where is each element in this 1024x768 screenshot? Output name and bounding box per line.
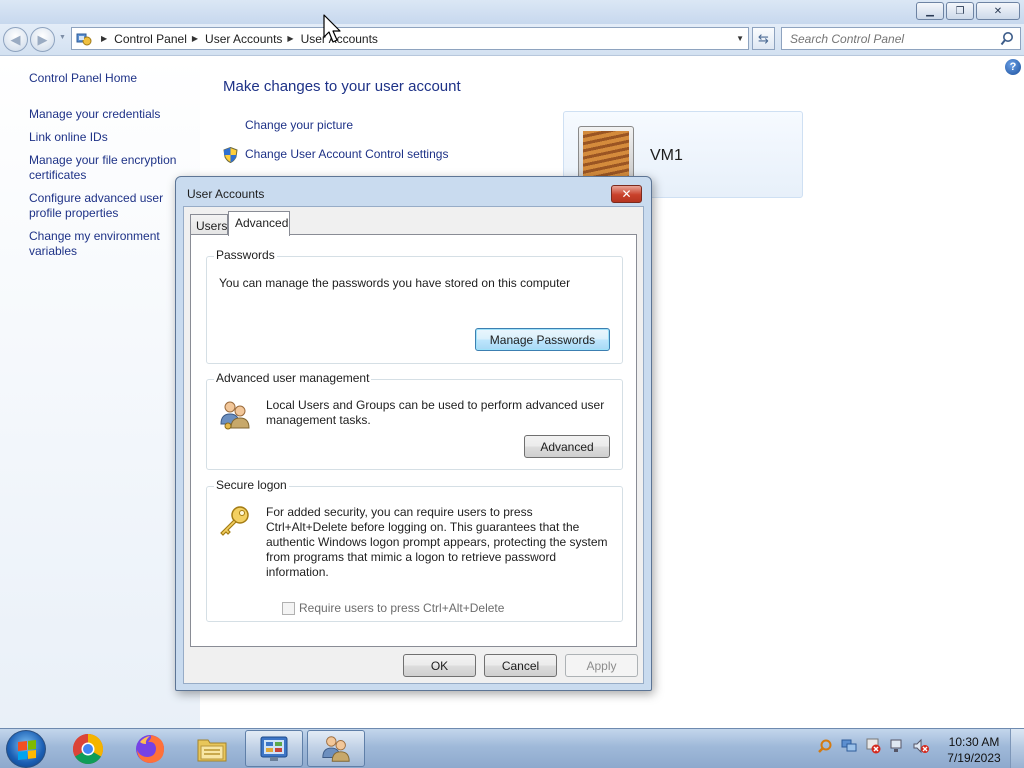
address-dropdown-icon[interactable]: ▼ (736, 34, 744, 43)
file-explorer-icon (197, 739, 227, 761)
tab-users[interactable]: Users (190, 214, 228, 236)
refresh-icon: ⇆ (758, 30, 769, 46)
advanced-user-management-description: Local Users and Groups can be used to pe… (266, 398, 605, 427)
recent-pages-dropdown[interactable]: ▼ (59, 34, 66, 41)
control-panel-home-link[interactable]: Control Panel Home (29, 71, 189, 86)
restore-button[interactable]: ❐ (946, 2, 974, 20)
manage-credentials-link[interactable]: Manage your credentials (29, 107, 189, 122)
close-window-button[interactable]: ✕ (976, 2, 1020, 20)
windows-logo-icon (18, 740, 36, 760)
firefox-icon (136, 734, 164, 763)
user-accounts-dialog: User Accounts ✕ Users Advanced Passwords… (175, 176, 652, 691)
change-picture-link[interactable]: Change your picture (245, 118, 353, 132)
taskbar-firefox[interactable] (121, 730, 179, 767)
taskbar-control-panel[interactable] (245, 730, 303, 767)
secure-logon-description: For added security, you can require user… (266, 505, 608, 579)
taskbar-file-explorer[interactable] (183, 730, 241, 767)
address-bar[interactable]: ▶ Control Panel ▶ User Accounts ▶ User A… (71, 27, 749, 50)
cancel-button[interactable]: Cancel (484, 654, 557, 677)
tasks-left-pane: Control Panel Home Manage your credentia… (0, 57, 200, 728)
taskbar-chrome[interactable] (59, 730, 117, 767)
window-caption-buttons: ▁ ❐ ✕ (916, 2, 1020, 20)
tray-network-icon[interactable] (840, 737, 858, 755)
window-titlebar: ▁ ❐ ✕ (0, 0, 1024, 24)
secure-logon-group: Secure logon For added security, you can… (206, 478, 623, 622)
navigation-bar: ◀ ▶ ▼ ▶ Control Panel ▶ User Accounts ▶ … (0, 24, 1024, 56)
clock-date[interactable]: 7/19/2023 (944, 750, 1004, 766)
forward-button[interactable]: ▶ (30, 27, 55, 52)
minimize-button[interactable]: ▁ (916, 2, 944, 20)
uac-shield-icon (223, 147, 238, 163)
show-desktop-button[interactable] (1010, 729, 1024, 768)
environment-variables-link[interactable]: Change my environment variables (29, 229, 189, 259)
taskbar: 10:30 AM 7/19/2023 (0, 728, 1024, 768)
user-accounts-icon (322, 735, 350, 762)
clock-time[interactable]: 10:30 AM (944, 734, 1004, 750)
link-online-ids-link[interactable]: Link online IDs (29, 130, 189, 145)
search-input[interactable] (790, 31, 990, 46)
tab-advanced[interactable]: Advanced (228, 211, 290, 236)
control-panel-icon (260, 736, 288, 761)
dialog-client-area: Users Advanced Passwords You can manage … (183, 206, 644, 684)
breadcrumb-separator-icon[interactable]: ▶ (287, 34, 293, 43)
back-button[interactable]: ◀ (3, 27, 28, 52)
advanced-tab-panel: Passwords You can manage the passwords y… (190, 234, 637, 647)
forward-arrow-icon: ▶ (37, 31, 48, 47)
apply-button[interactable]: Apply (565, 654, 638, 677)
system-tray (816, 737, 930, 755)
dialog-close-button[interactable]: ✕ (611, 185, 642, 203)
control-panel-icon (76, 33, 92, 45)
users-group-icon (220, 401, 250, 430)
tray-action-center-icon[interactable] (864, 737, 882, 755)
help-icon[interactable]: ? (1005, 59, 1021, 75)
close-icon: ✕ (621, 187, 632, 201)
mouse-pointer-icon (323, 14, 341, 43)
advanced-user-management-group: Advanced user management Local Users and… (206, 371, 623, 470)
dialog-title: User Accounts (187, 187, 265, 201)
manage-passwords-button[interactable]: Manage Passwords (475, 328, 610, 351)
file-encryption-certificates-link[interactable]: Manage your file encryption certificates (29, 153, 189, 183)
start-button[interactable] (6, 730, 46, 768)
page-title: Make changes to your user account (223, 78, 461, 95)
ok-button[interactable]: OK (403, 654, 476, 677)
breadcrumb-user-accounts[interactable]: User Accounts (205, 32, 282, 46)
chrome-icon (72, 733, 104, 764)
checkbox-box[interactable] (282, 601, 295, 615)
refresh-button[interactable]: ⇆ (752, 27, 775, 50)
breadcrumb-separator-icon[interactable]: ▶ (192, 34, 198, 43)
secure-logon-heading: Secure logon (214, 478, 289, 492)
breadcrumb-separator-icon[interactable]: ▶ (101, 34, 107, 43)
ctrl-alt-delete-checkbox[interactable]: Require users to press Ctrl+Alt+Delete (282, 601, 504, 615)
passwords-group: Passwords You can manage the passwords y… (206, 248, 623, 364)
advanced-user-profile-link[interactable]: Configure advanced user profile properti… (29, 191, 189, 221)
tray-search-icon[interactable] (816, 737, 834, 755)
passwords-heading: Passwords (214, 248, 277, 262)
ctrl-alt-delete-checkbox-label[interactable]: Require users to press Ctrl+Alt+Delete (299, 601, 504, 615)
tray-network-status-icon[interactable] (888, 737, 906, 755)
advanced-user-management-heading: Advanced user management (214, 371, 372, 385)
taskbar-user-accounts[interactable] (307, 730, 365, 767)
passwords-description: You can manage the passwords you have st… (219, 276, 571, 290)
search-icon[interactable] (1000, 31, 1014, 46)
search-box[interactable] (781, 27, 1021, 50)
account-name: VM1 (650, 147, 683, 164)
change-uac-settings-link[interactable]: Change User Account Control settings (245, 147, 448, 161)
advanced-button[interactable]: Advanced (524, 435, 610, 458)
taskbar-clock[interactable]: 10:30 AM 7/19/2023 (944, 734, 1004, 766)
key-icon (220, 506, 249, 536)
back-arrow-icon: ◀ (10, 31, 21, 47)
tray-volume-muted-icon[interactable] (912, 737, 930, 755)
breadcrumb-control-panel[interactable]: Control Panel (114, 32, 187, 46)
